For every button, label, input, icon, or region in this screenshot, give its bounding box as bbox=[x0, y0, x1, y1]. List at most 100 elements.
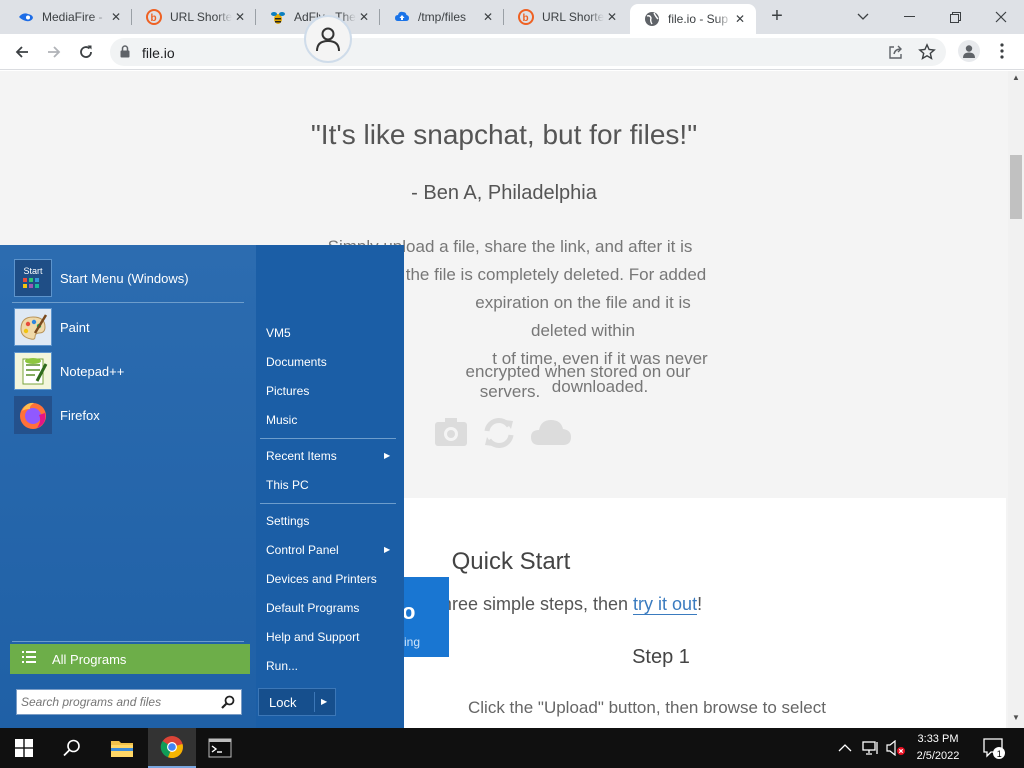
action-center-icon[interactable]: 1 bbox=[982, 736, 1006, 765]
chrome-taskbar-icon[interactable] bbox=[148, 728, 196, 768]
tab-mediafire[interactable]: MediaFire - ✕ bbox=[4, 0, 132, 34]
lock-label: Lock bbox=[269, 695, 297, 710]
minimize-button[interactable] bbox=[886, 0, 932, 34]
restore-button[interactable] bbox=[932, 0, 978, 34]
step-description: Click the "Upload" button, then browse t… bbox=[468, 698, 826, 717]
start-search-box[interactable] bbox=[16, 689, 242, 715]
place-control-panel[interactable]: Control Panel ▶ bbox=[266, 543, 396, 557]
system-clock[interactable]: 3:33 PM 2/5/2022 bbox=[906, 731, 970, 765]
camera-icon bbox=[434, 417, 468, 454]
bitly-icon: b bbox=[146, 9, 162, 25]
place-vm5[interactable]: VM5 bbox=[266, 326, 291, 340]
user-avatar-icon[interactable] bbox=[304, 15, 352, 63]
close-window-button[interactable] bbox=[978, 0, 1024, 34]
tab-file-io[interactable]: file.io - Sup ✕ bbox=[630, 4, 756, 34]
program-firefox[interactable]: Firefox bbox=[14, 396, 100, 434]
address-bar[interactable]: file.io bbox=[110, 38, 946, 66]
program-label: Start Menu (Windows) bbox=[60, 270, 189, 286]
forward-button[interactable] bbox=[40, 38, 68, 66]
program-paint[interactable]: Paint bbox=[14, 308, 90, 346]
tab-title: URL Shorte bbox=[542, 10, 604, 24]
paint-icon bbox=[14, 308, 52, 346]
place-music[interactable]: Music bbox=[266, 413, 297, 427]
adfly-icon bbox=[270, 9, 286, 25]
place-label: Settings bbox=[266, 514, 310, 528]
button-divider bbox=[314, 692, 315, 712]
network-icon[interactable] bbox=[862, 740, 880, 761]
notepadpp-icon bbox=[14, 352, 52, 390]
place-label: VM5 bbox=[266, 326, 291, 340]
start-button[interactable] bbox=[0, 728, 48, 768]
scroll-down-icon[interactable]: ▼ bbox=[1012, 713, 1020, 722]
mediafire-icon bbox=[18, 9, 34, 25]
page-scrollbar[interactable]: ▲ ▼ bbox=[1008, 71, 1024, 728]
place-recent-items[interactable]: Recent Items ▶ bbox=[266, 449, 396, 463]
tab-url-shortener-1[interactable]: b URL Shorte ✕ bbox=[132, 0, 256, 34]
place-pictures[interactable]: Pictures bbox=[266, 384, 309, 398]
start-search-input[interactable] bbox=[21, 694, 211, 710]
place-settings[interactable]: Settings bbox=[266, 514, 309, 528]
close-tab-icon[interactable]: ✕ bbox=[108, 9, 124, 25]
place-devices-printers[interactable]: Devices and Printers bbox=[266, 572, 377, 586]
place-label: Devices and Printers bbox=[266, 572, 377, 586]
show-hidden-icons-icon[interactable] bbox=[838, 740, 852, 758]
tab-url-shortener-2[interactable]: b URL Shorte ✕ bbox=[504, 0, 628, 34]
more-menu-icon[interactable] bbox=[994, 42, 1010, 60]
place-label: Control Panel bbox=[266, 543, 339, 557]
cloud-upload-icon bbox=[394, 9, 410, 25]
back-button[interactable] bbox=[8, 38, 36, 66]
place-help-support[interactable]: Help and Support bbox=[266, 630, 359, 644]
close-tab-icon[interactable]: ✕ bbox=[604, 9, 620, 25]
new-tab-button[interactable]: + bbox=[766, 6, 788, 28]
subtitle-suffix: ! bbox=[697, 594, 703, 614]
bookmark-star-icon[interactable] bbox=[918, 43, 936, 66]
lock-icon[interactable] bbox=[120, 45, 130, 63]
program-label: Notepad++ bbox=[60, 363, 125, 379]
close-tab-icon[interactable]: ✕ bbox=[480, 9, 496, 25]
svg-text:b: b bbox=[523, 13, 529, 24]
taskbar-search-button[interactable] bbox=[48, 728, 96, 768]
desktop: MediaFire - ✕ b URL Shorte ✕ AdFly - The… bbox=[0, 0, 1024, 768]
close-tab-icon[interactable]: ✕ bbox=[732, 11, 748, 27]
terminal-taskbar-icon[interactable] bbox=[196, 728, 244, 768]
lock-button[interactable]: Lock ▶ bbox=[258, 688, 336, 716]
tab-search-button[interactable] bbox=[840, 0, 886, 34]
notification-count: 1 bbox=[997, 749, 1002, 759]
place-documents[interactable]: Documents bbox=[266, 355, 327, 369]
all-programs-button[interactable]: All Programs bbox=[10, 644, 250, 674]
scrollbar-thumb[interactable] bbox=[1010, 155, 1022, 219]
scroll-up-icon[interactable]: ▲ bbox=[1012, 73, 1020, 82]
close-tab-icon[interactable]: ✕ bbox=[356, 9, 372, 25]
place-label: Default Programs bbox=[266, 601, 360, 615]
place-label: Music bbox=[266, 413, 298, 427]
place-default-programs[interactable]: Default Programs bbox=[266, 601, 359, 615]
close-tab-icon[interactable]: ✕ bbox=[232, 9, 248, 25]
place-label: This PC bbox=[266, 478, 309, 492]
testimonial-author: - Ben A, Philadelphia bbox=[411, 182, 597, 204]
program-start-menu[interactable]: Start Start Menu (Windows) bbox=[14, 259, 189, 297]
list-icon bbox=[22, 650, 36, 668]
profile-avatar-icon[interactable] bbox=[958, 40, 980, 62]
place-label: Recent Items bbox=[266, 449, 337, 463]
clock-date: 2/5/2022 bbox=[916, 750, 960, 762]
step-title: Step 1 bbox=[632, 646, 690, 668]
start-menu: Start Start Menu (Windows) Paint Notepad… bbox=[0, 245, 404, 728]
tab-title: file.io - Sup bbox=[668, 12, 729, 26]
place-this-pc[interactable]: This PC bbox=[266, 478, 309, 492]
place-run[interactable]: Run... bbox=[266, 659, 298, 673]
power-options-arrow-icon[interactable]: ▶ bbox=[321, 697, 327, 706]
bitly-icon: b bbox=[518, 9, 534, 25]
url-text[interactable]: file.io bbox=[142, 45, 175, 61]
program-label: Paint bbox=[60, 319, 90, 335]
menu-divider bbox=[260, 503, 396, 504]
program-notepadpp[interactable]: Notepad++ bbox=[14, 352, 124, 390]
program-label: Firefox bbox=[60, 407, 100, 423]
tab-tmp-files[interactable]: /tmp/files ✕ bbox=[380, 0, 504, 34]
reload-button[interactable] bbox=[72, 38, 100, 66]
file-explorer-taskbar-icon[interactable] bbox=[98, 728, 146, 768]
share-icon[interactable] bbox=[888, 44, 904, 65]
volume-muted-icon[interactable] bbox=[886, 739, 906, 761]
try-it-out-link[interactable]: try it out bbox=[633, 594, 698, 615]
search-icon[interactable] bbox=[221, 695, 235, 714]
submenu-arrow-icon: ▶ bbox=[384, 451, 391, 460]
